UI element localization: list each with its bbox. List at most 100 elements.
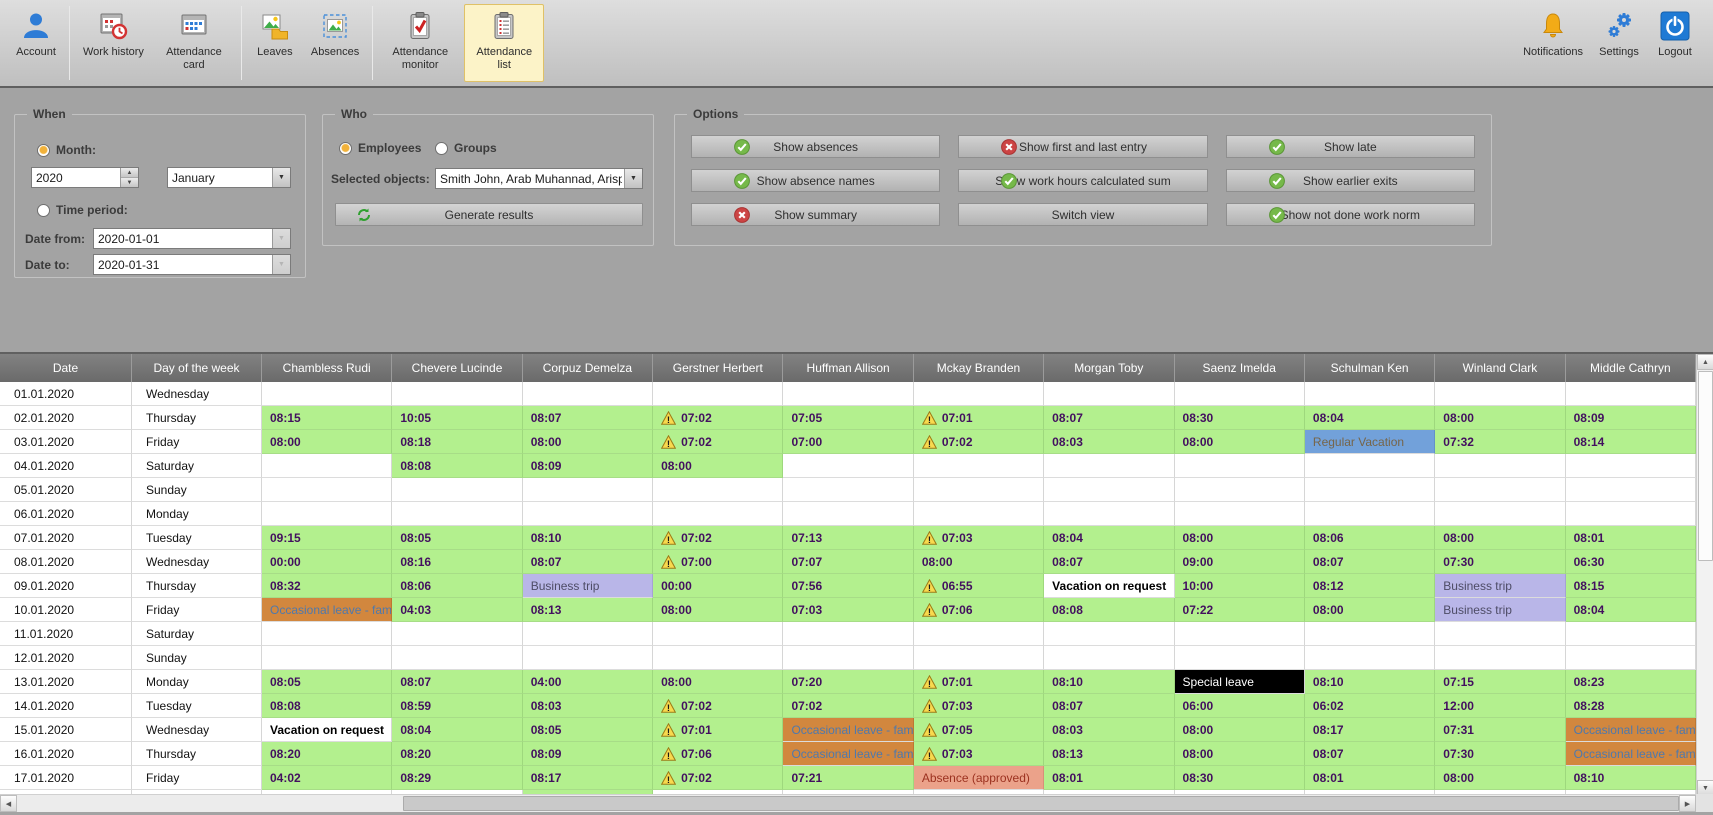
attendance-cell[interactable] <box>1435 454 1565 478</box>
attendance-cell[interactable]: 08:09 <box>523 454 653 478</box>
attendance-cell[interactable] <box>783 478 913 502</box>
attendance-cell[interactable]: 08:00 <box>653 454 783 478</box>
attendance-cell[interactable] <box>1566 502 1696 526</box>
attendance-cell[interactable]: 08:12 <box>1305 574 1435 598</box>
attendance-cell[interactable]: 08:01 <box>1566 526 1696 550</box>
attendance-cell[interactable]: Occasional leave - fam <box>1566 742 1696 766</box>
attendance-cell[interactable]: 08:00 <box>653 598 783 622</box>
attendance-cell[interactable]: 08:30 <box>1175 766 1305 790</box>
attendance-cell[interactable] <box>1435 502 1565 526</box>
attendance-cell[interactable]: 08:13 <box>523 598 653 622</box>
selected-objects-arrow-icon[interactable]: ▼ <box>624 169 642 188</box>
attendance-cell[interactable]: !07:06 <box>914 598 1044 622</box>
attendance-cell[interactable]: 08:00 <box>1175 742 1305 766</box>
attendance-cell[interactable]: 08:07 <box>1044 550 1174 574</box>
option-switch-view[interactable]: Switch view <box>958 203 1207 226</box>
attendance-cell[interactable]: 08:04 <box>1044 526 1174 550</box>
attendance-cell[interactable] <box>1175 382 1305 406</box>
attendance-cell[interactable] <box>1566 646 1696 670</box>
attendance-cell[interactable]: 07:05 <box>783 406 913 430</box>
attendance-cell[interactable]: 08:01 <box>1044 766 1174 790</box>
attendance-cell[interactable] <box>914 382 1044 406</box>
attendance-cell[interactable]: 00:00 <box>262 550 392 574</box>
date-to-input[interactable]: 2020-01-31 ▼ <box>93 254 291 275</box>
attendance-cell[interactable]: 07:20 <box>783 670 913 694</box>
attendance-cell[interactable] <box>262 502 392 526</box>
attendance-cell[interactable] <box>1175 478 1305 502</box>
attendance-cell[interactable] <box>783 454 913 478</box>
attendance-cell[interactable]: 07:22 <box>1175 598 1305 622</box>
toolbar-item-work-history[interactable]: Work history <box>77 4 150 82</box>
horizontal-scrollbar-thumb[interactable] <box>403 796 1679 811</box>
time-period-radio[interactable] <box>37 204 50 217</box>
attendance-cell[interactable]: 08:59 <box>392 694 522 718</box>
groups-radio[interactable] <box>435 142 448 155</box>
attendance-cell[interactable]: 08:07 <box>1044 694 1174 718</box>
attendance-cell[interactable]: 08:07 <box>523 406 653 430</box>
attendance-cell[interactable] <box>783 646 913 670</box>
attendance-cell[interactable]: 08:08 <box>1044 598 1174 622</box>
attendance-cell[interactable]: 12:00 <box>1435 694 1565 718</box>
attendance-cell[interactable]: 08:09 <box>1566 406 1696 430</box>
attendance-cell[interactable]: 08:15 <box>262 406 392 430</box>
scroll-right-icon[interactable]: ▶ <box>1679 795 1696 812</box>
attendance-cell[interactable]: 07:03 <box>783 598 913 622</box>
month-select-arrow-icon[interactable]: ▼ <box>272 168 290 187</box>
attendance-cell[interactable] <box>1305 454 1435 478</box>
attendance-cell[interactable] <box>392 646 522 670</box>
attendance-cell[interactable]: !07:03 <box>914 694 1044 718</box>
attendance-cell[interactable]: 08:10 <box>523 526 653 550</box>
vertical-scrollbar-thumb[interactable] <box>1698 371 1713 561</box>
month-select[interactable]: January ▼ <box>167 167 291 188</box>
attendance-cell[interactable]: 07:21 <box>783 766 913 790</box>
attendance-cell[interactable]: 08:00 <box>1435 766 1565 790</box>
attendance-cell[interactable]: 08:32 <box>262 574 392 598</box>
toolbar-item-absences[interactable]: Absences <box>305 4 365 82</box>
option-show-work-hours-calculated-sum[interactable]: Show work hours calculated sum <box>958 169 1207 192</box>
attendance-cell[interactable]: 08:09 <box>523 742 653 766</box>
attendance-cell[interactable]: 08:20 <box>392 742 522 766</box>
attendance-cell[interactable] <box>914 622 1044 646</box>
column-header-winland-clark[interactable]: Winland Clark <box>1435 354 1565 382</box>
attendance-cell[interactable]: 10:00 <box>1175 574 1305 598</box>
attendance-cell[interactable]: 07:56 <box>783 574 913 598</box>
attendance-cell[interactable] <box>1175 622 1305 646</box>
attendance-cell[interactable] <box>653 382 783 406</box>
attendance-cell[interactable]: 08:18 <box>392 430 522 454</box>
attendance-cell[interactable]: Special leave <box>1175 670 1305 694</box>
scroll-left-icon[interactable]: ◀ <box>0 795 17 812</box>
attendance-cell[interactable]: 08:07 <box>392 670 522 694</box>
attendance-cell[interactable]: !07:01 <box>653 718 783 742</box>
attendance-cell[interactable] <box>1305 622 1435 646</box>
attendance-cell[interactable]: 00:00 <box>653 574 783 598</box>
attendance-cell[interactable]: 08:17 <box>1305 718 1435 742</box>
column-header-chambless-rudi[interactable]: Chambless Rudi <box>262 354 392 382</box>
attendance-cell[interactable]: 08:15 <box>1566 574 1696 598</box>
attendance-cell[interactable]: 08:07 <box>1044 406 1174 430</box>
attendance-cell[interactable]: 08:00 <box>1435 526 1565 550</box>
attendance-cell[interactable]: 08:06 <box>1305 526 1435 550</box>
attendance-cell[interactable] <box>1435 382 1565 406</box>
attendance-cell[interactable] <box>262 622 392 646</box>
attendance-cell[interactable]: Occasional leave - fam <box>783 718 913 742</box>
attendance-cell[interactable] <box>914 646 1044 670</box>
attendance-cell[interactable] <box>392 502 522 526</box>
option-show-absences[interactable]: Show absences <box>691 135 940 158</box>
attendance-cell[interactable] <box>1435 646 1565 670</box>
generate-results-button[interactable]: Generate results <box>335 203 643 226</box>
attendance-cell[interactable]: 08:28 <box>1566 694 1696 718</box>
attendance-cell[interactable] <box>262 454 392 478</box>
attendance-cell[interactable]: 07:00 <box>783 430 913 454</box>
attendance-cell[interactable]: 08:00 <box>523 430 653 454</box>
attendance-cell[interactable] <box>783 382 913 406</box>
toolbar-item-notifications[interactable]: Notifications <box>1517 4 1589 62</box>
attendance-cell[interactable] <box>1566 622 1696 646</box>
scroll-up-icon[interactable]: ▲ <box>1697 354 1713 370</box>
attendance-cell[interactable]: 08:10 <box>1305 670 1435 694</box>
attendance-cell[interactable]: 07:31 <box>1435 718 1565 742</box>
attendance-cell[interactable]: 07:13 <box>783 526 913 550</box>
attendance-cell[interactable]: !07:01 <box>914 670 1044 694</box>
attendance-cell[interactable]: 08:00 <box>1305 598 1435 622</box>
attendance-cell[interactable] <box>1044 502 1174 526</box>
attendance-cell[interactable]: 04:00 <box>523 670 653 694</box>
